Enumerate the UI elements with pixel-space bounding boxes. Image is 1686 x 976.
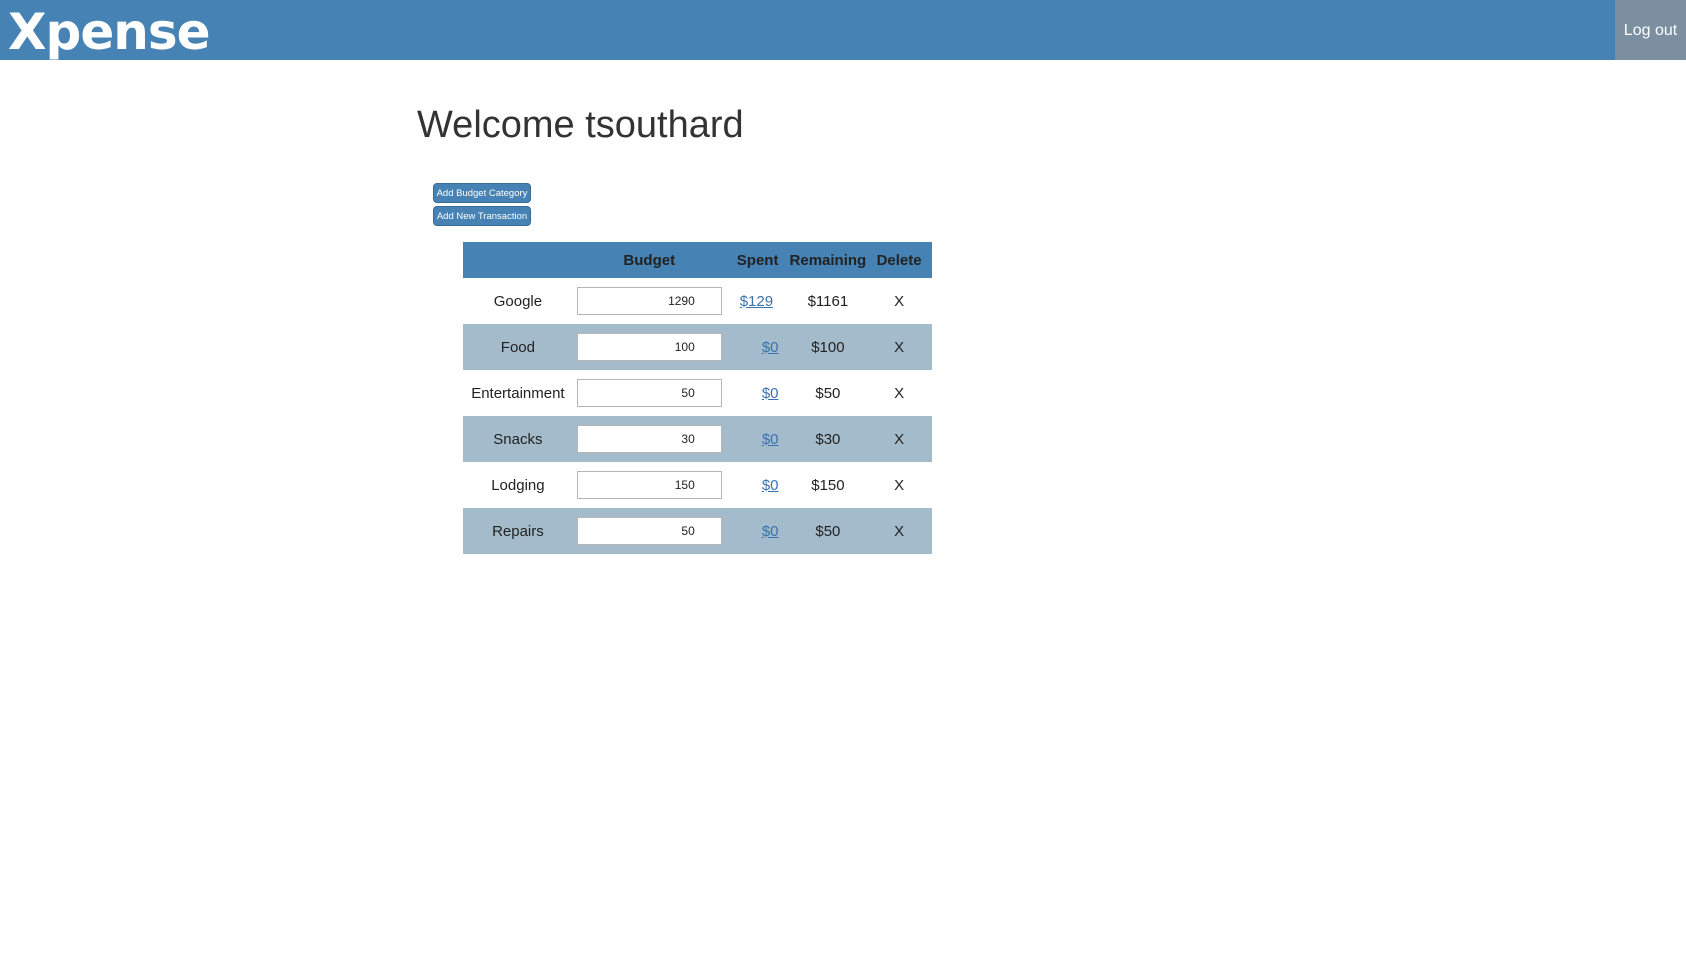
table-row: Food $0 $100 X — [463, 324, 932, 370]
budget-cell — [573, 462, 726, 508]
budget-table: Budget Spent Remaining Delete Google $12… — [463, 242, 932, 554]
remaining-value: $150 — [811, 476, 845, 494]
budget-cell — [573, 416, 726, 462]
header-category — [463, 242, 573, 278]
delete-button[interactable]: X — [866, 508, 932, 554]
table-row: Snacks $0 $30 X — [463, 416, 932, 462]
category-name: Google — [493, 292, 543, 310]
spent-cell: $0 — [726, 508, 790, 554]
spent-cell: $129 — [726, 278, 790, 324]
add-budget-category-button[interactable]: Add Budget Category — [433, 183, 531, 203]
spent-link[interactable]: $0 — [762, 431, 779, 448]
logout-button[interactable]: Log out — [1615, 0, 1686, 60]
spent-link[interactable]: $0 — [762, 477, 779, 494]
table-row: Repairs $0 $50 X — [463, 508, 932, 554]
header-remaining: Remaining — [789, 251, 867, 269]
category-name: Snacks — [493, 430, 543, 448]
spent-link[interactable]: $0 — [762, 339, 779, 356]
header-delete: Delete — [876, 251, 922, 269]
delete-button[interactable]: X — [866, 416, 932, 462]
remaining-value: $50 — [815, 522, 841, 540]
budget-input[interactable] — [576, 517, 722, 545]
add-new-transaction-button[interactable]: Add New Transaction — [433, 206, 531, 226]
remaining-value: $1161 — [807, 292, 849, 310]
header-budget: Budget — [623, 251, 676, 269]
delete-button[interactable]: X — [866, 278, 932, 324]
spent-cell: $0 — [726, 462, 790, 508]
spent-cell: $0 — [726, 324, 790, 370]
budget-cell — [573, 324, 726, 370]
delete-button[interactable]: X — [866, 324, 932, 370]
category-name: Food — [500, 338, 535, 356]
budget-input[interactable] — [576, 379, 722, 407]
remaining-value: $30 — [815, 430, 841, 448]
category-name: Repairs — [492, 522, 544, 540]
budget-cell — [573, 370, 726, 416]
delete-button[interactable]: X — [866, 462, 932, 508]
app-logo[interactable]: Xpense — [8, 2, 211, 62]
spent-cell: $0 — [726, 370, 790, 416]
remaining-value: $100 — [811, 338, 845, 356]
welcome-heading: Welcome tsouthard — [417, 104, 744, 146]
table-row: Google $129 $1161 X — [463, 278, 932, 324]
top-header: Xpense Log out — [0, 0, 1686, 62]
remaining-value: $50 — [815, 384, 841, 402]
table-header-row: Budget Spent Remaining Delete — [463, 242, 932, 278]
header-spent: Spent — [736, 251, 779, 269]
category-name: Entertainment — [471, 384, 565, 402]
budget-input[interactable] — [576, 425, 722, 453]
budget-cell — [573, 508, 726, 554]
spent-link[interactable]: $129 — [740, 293, 773, 310]
budget-input[interactable] — [576, 471, 722, 499]
budget-input[interactable] — [576, 287, 722, 315]
spent-cell: $0 — [726, 416, 790, 462]
spent-link[interactable]: $0 — [762, 523, 779, 540]
budget-input[interactable] — [576, 333, 722, 361]
delete-button[interactable]: X — [866, 370, 932, 416]
budget-cell — [573, 278, 726, 324]
table-row: Lodging $0 $150 X — [463, 462, 932, 508]
table-row: Entertainment $0 $50 X — [463, 370, 932, 416]
spent-link[interactable]: $0 — [762, 385, 779, 402]
category-name: Lodging — [491, 476, 545, 494]
